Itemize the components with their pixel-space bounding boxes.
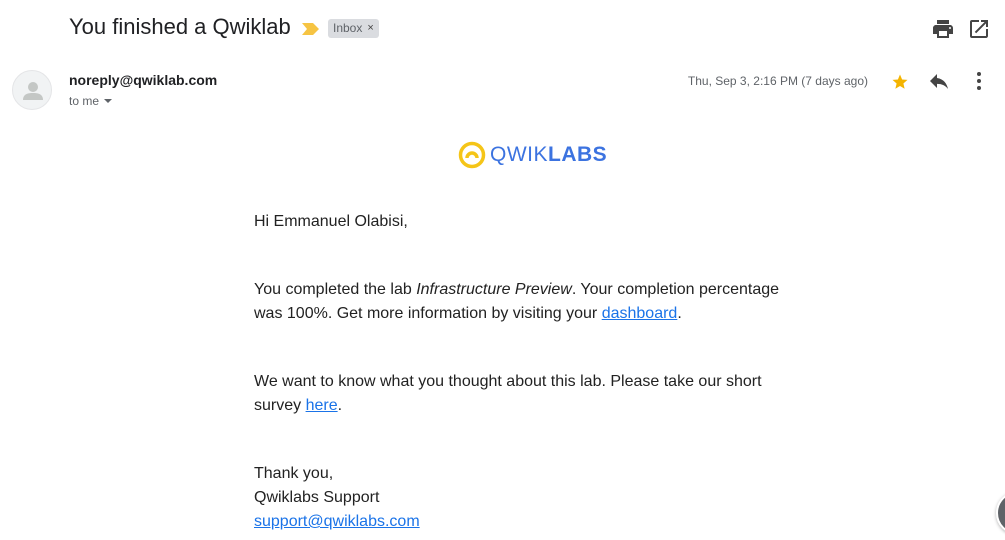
- importance-marker-icon[interactable]: [302, 23, 319, 35]
- team-name: Qwiklabs Support: [254, 489, 380, 506]
- qwiklabs-wordmark: QWIKLABS: [490, 143, 607, 167]
- recipient-details-toggle[interactable]: to me: [69, 94, 113, 108]
- greeting: Hi Emmanuel Olabisi,: [254, 213, 408, 230]
- survey-link[interactable]: here: [306, 397, 338, 414]
- print-icon[interactable]: [931, 17, 955, 41]
- p2-end: .: [337, 397, 343, 414]
- open-in-new-window-icon[interactable]: [967, 17, 991, 41]
- chevron-down-icon: [104, 99, 113, 103]
- default-avatar-icon: [23, 82, 43, 100]
- qwiklabs-logo: QWIKLABS: [458, 141, 607, 169]
- remove-label-icon[interactable]: ×: [367, 19, 373, 38]
- logo-text-light: QWIK: [490, 143, 548, 166]
- support-email-link[interactable]: support@qwiklabs.com: [254, 513, 420, 530]
- logo-text-bold: LABS: [548, 143, 608, 166]
- sender-avatar[interactable]: [12, 70, 52, 110]
- reply-icon[interactable]: [927, 69, 951, 93]
- completion-paragraph: You completed the lab Infrastructure Pre…: [254, 278, 794, 326]
- email-subject: You finished a Qwiklab: [69, 14, 291, 39]
- dashboard-link[interactable]: dashboard: [602, 305, 678, 322]
- more-options-icon[interactable]: [967, 69, 991, 93]
- floating-action-button[interactable]: [996, 491, 1005, 535]
- p1-text-a: You completed the lab: [254, 281, 417, 298]
- inbox-label: Inbox ×: [328, 19, 379, 38]
- inbox-label-text: Inbox: [333, 21, 363, 35]
- lab-name: Infrastructure Preview: [416, 281, 572, 298]
- email-date: Thu, Sep 3, 2:16 PM (7 days ago): [687, 74, 868, 88]
- sender-email[interactable]: noreply@qwiklab.com: [69, 72, 217, 88]
- star-icon[interactable]: [888, 70, 912, 94]
- signoff: Thank you, Qwiklabs Support support@qwik…: [254, 462, 420, 534]
- survey-paragraph: We want to know what you thought about t…: [254, 370, 794, 418]
- to-me-label: to me: [69, 94, 100, 108]
- thanks-text: Thank you,: [254, 465, 334, 482]
- qwiklabs-logo-icon: [458, 141, 486, 169]
- p1-end: .: [677, 305, 682, 322]
